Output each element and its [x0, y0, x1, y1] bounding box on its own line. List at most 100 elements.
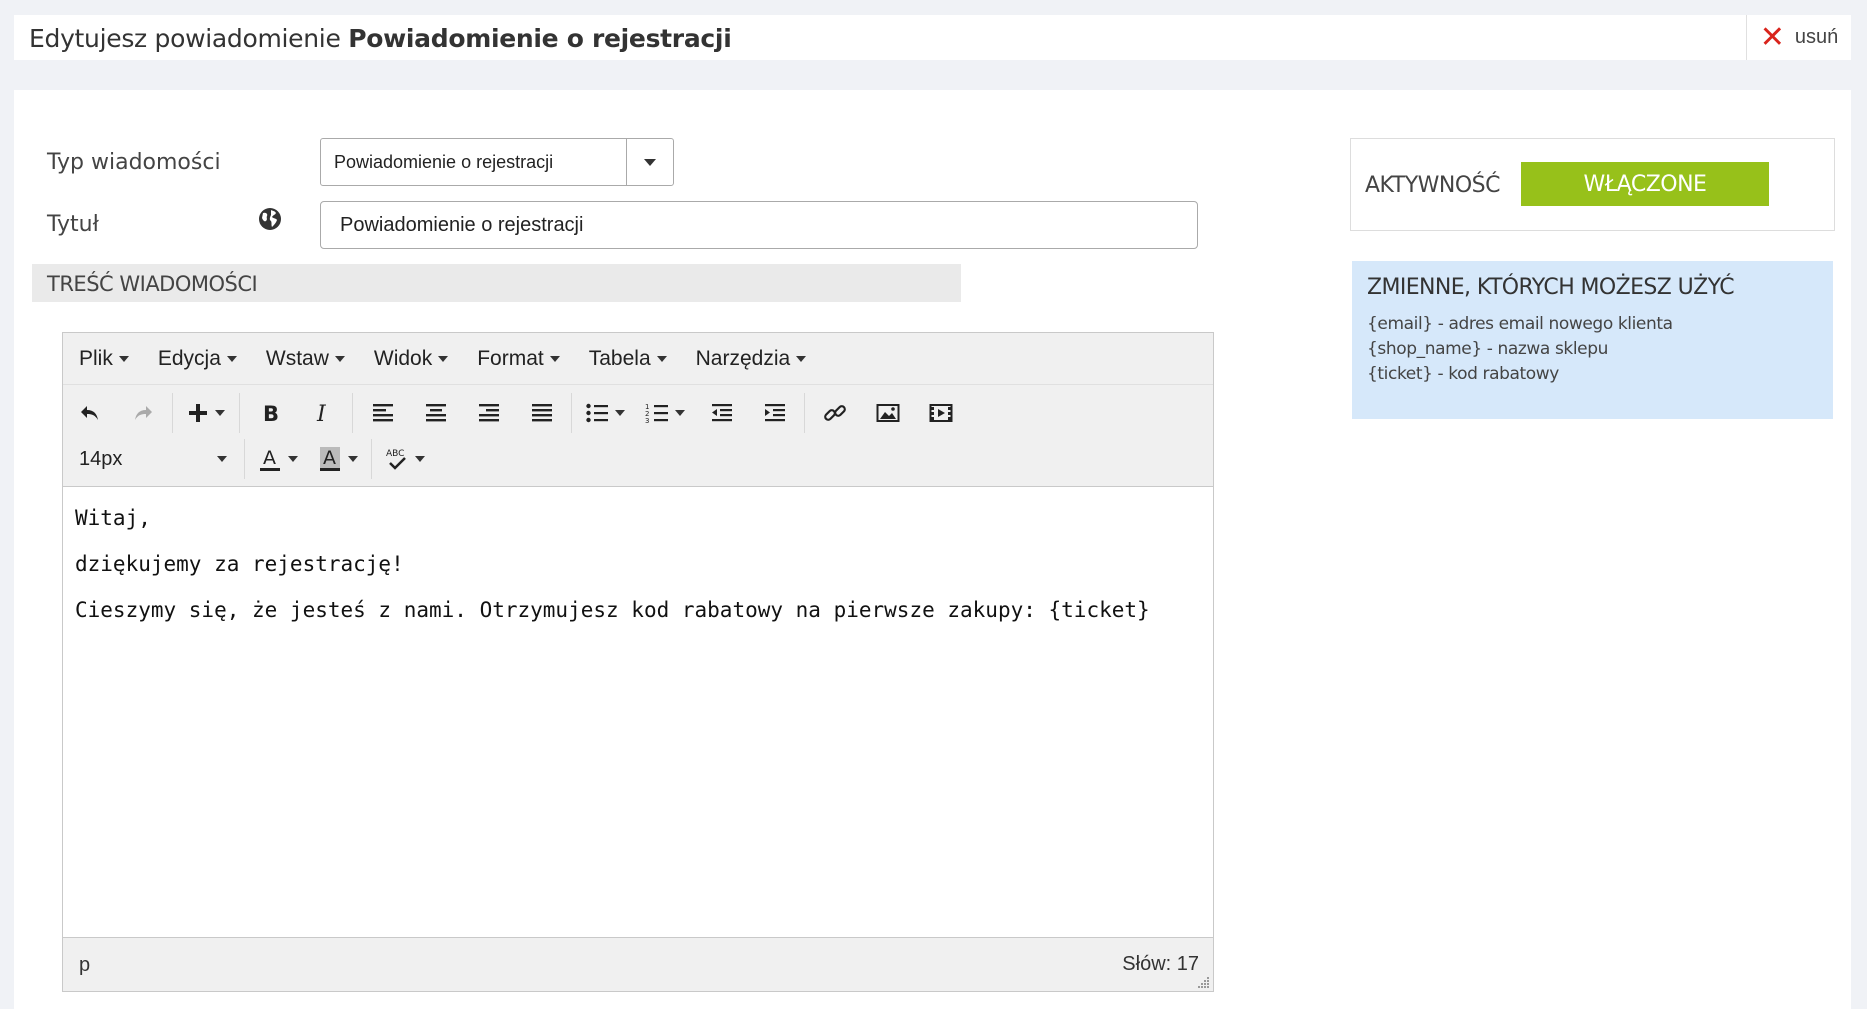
editor-content[interactable]: Witaj, dziękujemy za rejestrację! Cieszy… [63, 487, 1213, 935]
rich-text-editor: Plik Edycja Wstaw Widok Format Tabela Na… [62, 332, 1214, 992]
svg-text:B: B [263, 402, 279, 425]
caret-icon [415, 456, 425, 462]
variable-item: {email} - adres email nowego klienta [1367, 314, 1673, 334]
outdent-icon [711, 404, 732, 422]
font-size-select[interactable]: 14px [63, 437, 241, 481]
indent-button[interactable] [748, 391, 801, 435]
svg-text:ABC: ABC [386, 449, 404, 459]
menu-insert-label: Wstaw [265, 346, 329, 370]
title-label: Tytuł [47, 212, 99, 237]
close-icon: ✕ [1759, 19, 1785, 55]
globe-icon[interactable] [258, 207, 282, 231]
editor-menubar: Plik Edycja Wstaw Widok Format Tabela Na… [63, 333, 1213, 385]
menu-edit[interactable]: Edycja [146, 347, 249, 371]
align-left-button[interactable] [356, 391, 409, 435]
undo-icon [80, 406, 98, 420]
plus-icon [189, 404, 207, 422]
variables-heading: ZMIENNE, KTÓRYCH MOŻESZ UŻYĆ [1367, 275, 1735, 300]
caret-icon [796, 355, 807, 362]
svg-text:I: I [316, 402, 327, 425]
redo-button[interactable] [116, 391, 169, 435]
menu-view[interactable]: Widok [362, 347, 460, 371]
toolbar-separator [571, 393, 572, 433]
outdent-button[interactable] [695, 391, 748, 435]
menu-format[interactable]: Format [465, 347, 572, 371]
content-section-heading: TREŚĆ WIADOMOŚCI [32, 264, 961, 302]
activity-toggle[interactable]: WŁĄCZONE [1521, 162, 1769, 206]
element-path[interactable]: p [79, 954, 90, 977]
resize-handle-icon[interactable] [1198, 976, 1210, 988]
activity-label: AKTYWNOŚĆ [1365, 173, 1501, 198]
menu-table-label: Tabela [588, 346, 651, 370]
caret-icon [226, 355, 237, 362]
caret-icon [215, 410, 225, 416]
caret-icon [217, 456, 227, 462]
svg-text:3: 3 [645, 417, 649, 425]
message-type-value: Powiadomienie o rejestracji [334, 152, 554, 172]
caret-icon [438, 355, 449, 362]
align-right-icon [478, 404, 499, 422]
menu-view-label: Widok [373, 346, 433, 370]
image-icon [876, 404, 899, 422]
menu-file-label: Plik [79, 346, 113, 370]
delete-label: usuń [1794, 26, 1839, 48]
background-color-button[interactable]: A [308, 437, 368, 481]
caret-icon [348, 456, 358, 462]
align-right-button[interactable] [462, 391, 515, 435]
align-justify-icon [531, 404, 552, 422]
chevron-down-icon [626, 139, 673, 185]
content-paragraph: dziękujemy za rejestrację! [75, 552, 404, 576]
font-size-value: 14px [79, 447, 123, 470]
menu-format-label: Format [477, 346, 544, 370]
main-panel: Typ wiadomości Powiadomienie o rejestrac… [14, 90, 1851, 1009]
menu-tools[interactable]: Narzędzia [684, 347, 819, 371]
media-button[interactable] [914, 391, 967, 435]
editor-statusbar: p Słów: 17 [63, 937, 1213, 991]
align-justify-button[interactable] [515, 391, 568, 435]
page-title-prefix: Edytujesz powiadomienie [29, 24, 341, 53]
toolbar-separator [352, 393, 353, 433]
align-center-icon [425, 404, 446, 422]
caret-icon [118, 355, 129, 362]
indent-icon [764, 404, 785, 422]
toolbar-separator [172, 393, 173, 433]
text-color-icon: A [260, 447, 280, 471]
numbered-list-button[interactable]: 123 [635, 391, 695, 435]
text-color-button[interactable]: A [248, 437, 308, 481]
spellcheck-icon: ABC [386, 449, 406, 470]
menu-tools-label: Narzędzia [695, 346, 791, 370]
link-icon [823, 405, 846, 421]
page-title: Edytujesz powiadomienie Powiadomienie o … [29, 24, 732, 53]
menu-edit-label: Edycja [157, 346, 221, 370]
editor-toolbar: B I 1 2 3 14px A A ABC [63, 385, 1213, 487]
link-button[interactable] [808, 391, 861, 435]
caret-icon [656, 355, 667, 362]
variables-panel: ZMIENNE, KTÓRYCH MOŻESZ UŻYĆ {email} - a… [1352, 261, 1833, 419]
svg-text:A: A [263, 447, 276, 469]
italic-icon: I [316, 402, 327, 425]
italic-button[interactable]: I [296, 391, 349, 435]
redo-icon [134, 406, 152, 420]
caret-icon [334, 355, 345, 362]
word-count: Słów: 17 [1122, 953, 1199, 975]
menu-table[interactable]: Tabela [577, 347, 679, 371]
top-bar: Edytujesz powiadomienie Powiadomienie o … [14, 15, 1851, 60]
message-type-select[interactable]: Powiadomienie o rejestracji [320, 138, 674, 186]
toolbar-separator [239, 393, 240, 433]
toolbar-separator [371, 439, 372, 479]
delete-button[interactable]: ✕ usuń [1746, 15, 1851, 60]
undo-button[interactable] [63, 391, 116, 435]
spellcheck-button[interactable]: ABC [375, 437, 435, 481]
bold-icon: B [263, 402, 279, 425]
insert-button[interactable] [176, 391, 236, 435]
title-input[interactable] [320, 201, 1198, 249]
caret-icon [675, 410, 685, 416]
bullet-list-button[interactable] [575, 391, 635, 435]
menu-file[interactable]: Plik [67, 347, 141, 371]
bold-button[interactable]: B [243, 391, 296, 435]
align-center-button[interactable] [409, 391, 462, 435]
image-button[interactable] [861, 391, 914, 435]
menu-insert[interactable]: Wstaw [254, 347, 357, 371]
numbered-list-icon: 123 [645, 403, 668, 425]
caret-icon [288, 456, 298, 462]
